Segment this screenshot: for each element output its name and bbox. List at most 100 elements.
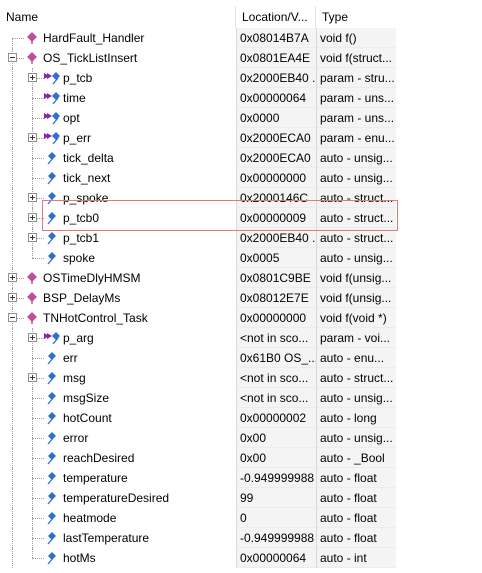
tree-row-variable[interactable]: p_arg <not in sco... param - voi... <box>0 328 396 348</box>
function-icon <box>24 311 40 325</box>
tree-row-variable[interactable]: time 0x00000064 param - uns... <box>0 88 396 108</box>
location-value-cell: 0x2000EB40 ... <box>236 228 316 248</box>
variable-icon <box>44 451 60 465</box>
name-cell: msg <box>0 368 236 388</box>
tree-line <box>32 548 33 558</box>
expand-icon[interactable] <box>8 293 17 302</box>
location-value-cell: 0x0000 <box>236 108 316 128</box>
variable-icon <box>44 411 60 425</box>
tree-row-variable[interactable]: err 0x61B0 OS_... auto - enu... <box>0 348 396 368</box>
tree-item-label: p_err <box>63 131 92 145</box>
tree-line <box>12 328 13 348</box>
function-icon <box>24 31 40 45</box>
function-icon <box>24 51 40 65</box>
column-header-location[interactable]: Location/V... <box>236 6 316 28</box>
expand-icon[interactable] <box>28 333 37 342</box>
expand-icon[interactable] <box>28 373 37 382</box>
param-icon <box>44 71 60 85</box>
variable-icon <box>44 531 60 545</box>
type-cell: auto - float <box>316 488 396 508</box>
tree-row-variable[interactable]: hotCount 0x00000002 auto - long <box>0 408 396 428</box>
tree-line <box>32 178 44 179</box>
collapse-icon[interactable] <box>8 313 17 322</box>
variable-icon <box>44 431 60 445</box>
variable-icon <box>44 551 60 565</box>
location-value-cell: 99 <box>236 488 316 508</box>
tree-item-label: OS_TickListInsert <box>43 51 138 65</box>
name-cell: spoke <box>0 248 236 268</box>
tree-row-variable[interactable]: tick_delta 0x2000ECA0 auto - unsig... <box>0 148 396 168</box>
tree-row-variable[interactable]: p_tcb 0x2000EB40 ... param - stru... <box>0 68 396 88</box>
tree-line <box>12 148 13 168</box>
tree-item-label: temperature <box>63 471 128 485</box>
expand-icon[interactable] <box>28 73 37 82</box>
expand-icon[interactable] <box>28 213 37 222</box>
tree-rows: HardFault_Handler 0x08014B7A void f() OS_Ti… <box>0 28 482 568</box>
tree-row-variable[interactable]: error 0x00 auto - unsig... <box>0 428 396 448</box>
tree-row-function[interactable]: HardFault_Handler 0x08014B7A void f() <box>0 28 396 48</box>
expand-icon[interactable] <box>8 273 17 282</box>
name-cell: temperature <box>0 468 236 488</box>
tree-line <box>12 228 13 248</box>
tree-line <box>32 498 44 499</box>
tree-row-variable[interactable]: heatmode 0 auto - float <box>0 508 396 528</box>
tree-row-function[interactable]: OS_TickListInsert 0x0801EA4E void f(struct… <box>0 48 396 68</box>
tree-line <box>12 68 13 88</box>
tree-row-variable[interactable]: temperatureDesired 99 auto - float <box>0 488 396 508</box>
location-value-cell: 0x0005 <box>236 248 316 268</box>
tree-line <box>32 358 44 359</box>
tree-row-variable[interactable]: p_tcb1 0x2000EB40 ... auto - struct... <box>0 228 396 248</box>
variable-icon <box>44 491 60 505</box>
tree-row-variable[interactable]: msg <not in sco... auto - struct... <box>0 368 396 388</box>
tree-row-variable[interactable]: tick_next 0x00000000 auto - unsig... <box>0 168 396 188</box>
type-cell: param - uns... <box>316 88 396 108</box>
tree-line <box>12 188 13 208</box>
type-cell: auto - unsig... <box>316 428 396 448</box>
tree-line <box>12 88 13 108</box>
tree-row-variable[interactable]: spoke 0x0005 auto - unsig... <box>0 248 396 268</box>
tree-line <box>12 468 13 488</box>
type-cell: auto - struct... <box>316 228 396 248</box>
column-header-type[interactable]: Type <box>316 6 396 28</box>
name-cell: time <box>0 88 236 108</box>
variable-icon <box>44 471 60 485</box>
tree-row-variable[interactable]: temperature -0.949999988 auto - float <box>0 468 396 488</box>
tree-row-variable[interactable]: hotMs 0x00000064 auto - int <box>0 548 396 568</box>
tree-row-variable[interactable]: p_err 0x2000ECA0 param - enu... <box>0 128 396 148</box>
type-cell: auto - float <box>316 468 396 488</box>
tree-line <box>12 548 13 568</box>
name-cell: opt <box>0 108 236 128</box>
expand-icon[interactable] <box>28 233 37 242</box>
expand-icon[interactable] <box>28 193 37 202</box>
tree-row-variable[interactable]: msgSize <not in sco... auto - unsig... <box>0 388 396 408</box>
tree-row-function[interactable]: TNHotControl_Task 0x00000000 void f(void *… <box>0 308 396 328</box>
expand-icon[interactable] <box>28 133 37 142</box>
tree-item-label: BSP_DelayMs <box>43 291 121 305</box>
type-cell: auto - struct... <box>316 368 396 388</box>
collapse-icon[interactable] <box>8 53 17 62</box>
variable-icon <box>44 371 60 385</box>
tree-item-label: opt <box>63 111 80 125</box>
type-cell: void f(unsig... <box>316 268 396 288</box>
name-cell: tick_next <box>0 168 236 188</box>
tree-item-label: p_arg <box>63 331 94 345</box>
tree-row-function[interactable]: OSTimeDlyHMSM 0x0801C9BE void f(unsig... <box>0 268 396 288</box>
location-value-cell: 0x08014B7A <box>236 28 316 48</box>
tree-line <box>12 428 13 448</box>
param-icon <box>44 111 60 125</box>
tree-item-label: HardFault_Handler <box>43 31 145 45</box>
function-icon <box>24 271 40 285</box>
tree-row-variable[interactable]: opt 0x0000 param - uns... <box>0 108 396 128</box>
location-value-cell: -0.949999988 <box>236 468 316 488</box>
tree-row-function[interactable]: BSP_DelayMs 0x08012E7E void f(unsig... <box>0 288 396 308</box>
variable-icon <box>44 151 60 165</box>
name-cell: msgSize <box>0 388 236 408</box>
tree-row-variable[interactable]: reachDesired 0x00 auto - _Bool <box>0 448 396 468</box>
tree-line <box>32 248 33 258</box>
name-cell: BSP_DelayMs <box>0 288 236 308</box>
name-cell: hotCount <box>0 408 236 428</box>
tree-line <box>12 488 13 508</box>
column-header-name[interactable]: Name <box>0 6 236 28</box>
name-cell: p_err <box>0 128 236 148</box>
tree-row-variable[interactable]: lastTemperature -0.949999988 auto - float <box>0 528 396 548</box>
